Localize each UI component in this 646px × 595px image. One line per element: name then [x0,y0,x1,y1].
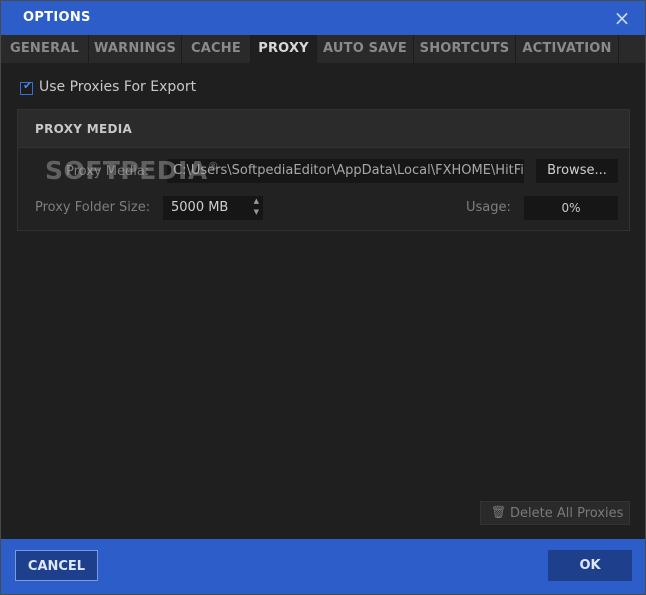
proxy-folder-size-label: Proxy Folder Size: [35,200,151,215]
footer-bar: CANCEL OK [1,539,645,594]
use-proxies-checkbox[interactable]: ✔ [20,79,33,95]
watermark-registered-mark: ® [207,159,220,173]
delete-all-proxies-label: Delete All Proxies [510,506,624,521]
spin-down-icon[interactable]: ▼ [254,208,259,216]
tab-bar: GENERAL WARNINGS CACHE PROXY AUTO SAVE S… [1,35,645,63]
proxy-folder-size-stepper[interactable]: 5000 MB ▲ ▼ [163,196,263,220]
proxy-media-path-field[interactable]: C:\Users\SoftpediaEditor\AppData\Local\F… [167,159,524,183]
use-proxies-label[interactable]: Use Proxies For Export [39,79,196,95]
title-bar: OPTIONS × [1,1,645,35]
usage-label: Usage: [466,200,511,215]
trash-icon: 🗑 [491,505,507,519]
checkmark-icon: ✔ [23,79,33,92]
spin-up-icon[interactable]: ▲ [254,197,259,205]
tab-proxy[interactable]: PROXY [251,35,317,63]
proxy-media-header: PROXY MEDIA [18,110,629,148]
browse-button[interactable]: Browse... [536,159,618,183]
proxy-media-group: PROXY MEDIA Proxy Media: C:\Users\Softpe… [17,109,630,231]
proxy-tab-content: ✔ Use Proxies For Export PROXY MEDIA Pro… [1,63,645,539]
ok-button[interactable]: OK [548,550,632,581]
close-icon[interactable]: × [613,8,631,28]
cancel-button[interactable]: CANCEL [15,550,98,581]
options-dialog: OPTIONS × GENERAL WARNINGS CACHE PROXY A… [0,0,646,595]
proxy-media-title: PROXY MEDIA [35,122,133,136]
tab-cache[interactable]: CACHE [182,35,251,63]
usage-value: 0% [524,196,618,220]
tab-warnings[interactable]: WARNINGS [89,35,182,63]
tab-auto-save[interactable]: AUTO SAVE [317,35,414,63]
folder-size-value: 5000 MB [171,200,229,215]
delete-all-proxies-button[interactable]: 🗑 Delete All Proxies [480,501,630,525]
tab-activation[interactable]: ACTIVATION [516,35,619,63]
tab-general[interactable]: GENERAL [1,35,89,63]
softpedia-watermark: SOFTPEDIA® [45,156,219,185]
watermark-text: SOFTPEDIA [45,156,208,185]
dialog-title: OPTIONS [23,10,91,25]
tab-shortcuts[interactable]: SHORTCUTS [414,35,516,63]
